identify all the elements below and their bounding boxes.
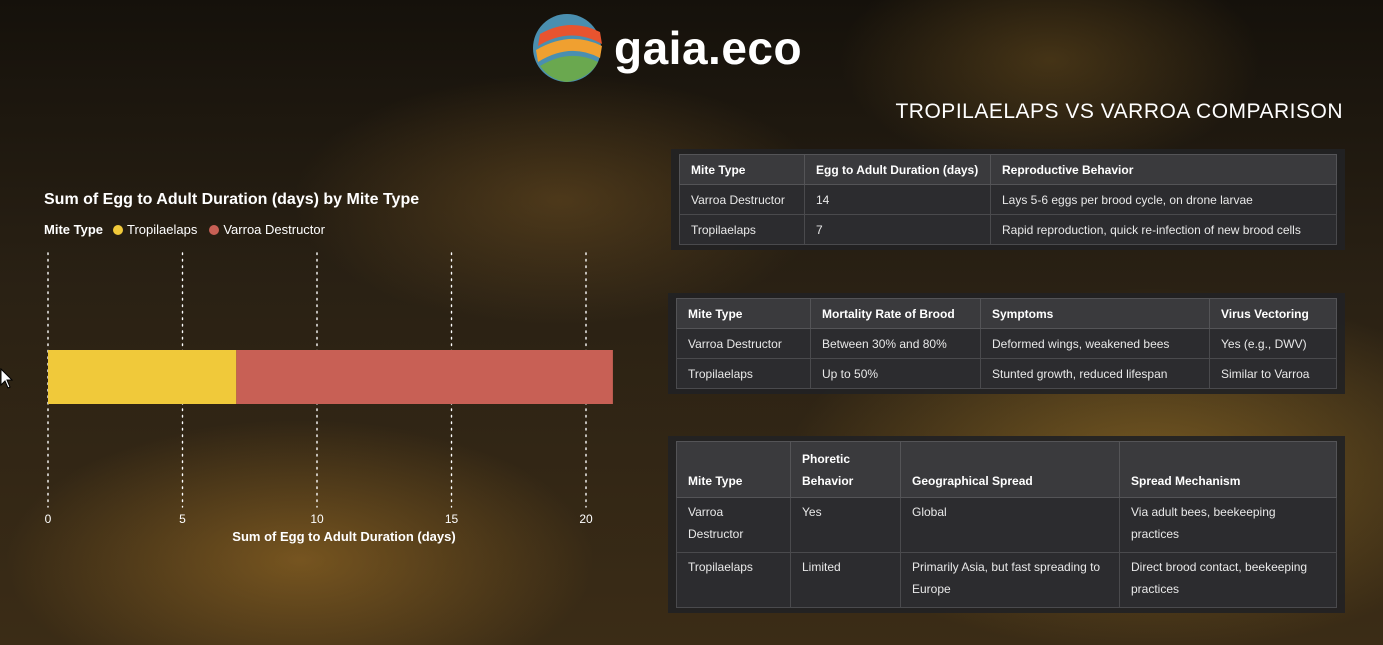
table-cell: Via adult bees, beekeeping practices — [1119, 497, 1337, 553]
brand-name: gaia.eco — [614, 22, 803, 74]
comparison-table-3-panel: Mite Type Phoretic Behavior Geographical… — [668, 436, 1345, 613]
table-cell: 7 — [804, 214, 991, 245]
table-cell: Rapid reproduction, quick re-infection o… — [990, 214, 1337, 245]
table-cell: Global — [900, 497, 1120, 553]
table-cell: Lays 5-6 eggs per brood cycle, on drone … — [990, 184, 1337, 215]
table-header: Mite Type — [676, 441, 791, 498]
table-row: Varroa Destructor 14 Lays 5-6 eggs per b… — [679, 184, 1337, 215]
legend-title: Mite Type — [44, 222, 103, 237]
table-header: Geographical Spread — [900, 441, 1120, 498]
chart-legend: Mite Type Tropilaelaps Varroa Destructor — [44, 222, 331, 237]
table-header: Mite Type — [679, 154, 805, 185]
table-header-row: Mite Type Egg to Adult Duration (days) R… — [679, 154, 1337, 185]
table-cell: Deformed wings, weakened bees — [980, 328, 1210, 359]
table-cell: Tropilaelaps — [676, 358, 811, 389]
table-cell: Up to 50% — [810, 358, 981, 389]
x-tick-label: 10 — [310, 512, 324, 526]
comparison-table-1: Mite Type Egg to Adult Duration (days) R… — [679, 154, 1337, 245]
mouse-cursor-icon — [0, 368, 14, 389]
table-header: Reproductive Behavior — [990, 154, 1337, 185]
table-cell: Between 30% and 80% — [810, 328, 981, 359]
table-cell: Varroa Destructor — [679, 184, 805, 215]
bar-chart: 0 5 10 15 20 Sum of Egg to Adult Duration (da… — [45, 252, 613, 544]
brand-logo: gaia.eco — [530, 12, 802, 84]
table-header: Virus Vectoring — [1209, 298, 1337, 329]
table-cell: Tropilaelaps — [676, 552, 791, 608]
table-header: Mite Type — [676, 298, 811, 329]
table-cell: Tropilaelaps — [679, 214, 805, 245]
table-row: Varroa Destructor Between 30% and 80% De… — [676, 328, 1337, 359]
x-tick-label: 20 — [579, 512, 593, 526]
table-header: Mortality Rate of Brood — [810, 298, 981, 329]
table-header: Phoretic Behavior — [790, 441, 901, 498]
legend-item-tropilaelaps[interactable]: Tropilaelaps — [113, 222, 197, 237]
table-cell: Limited — [790, 552, 901, 608]
chart-title: Sum of Egg to Adult Duration (days) by M… — [44, 191, 420, 208]
comparison-table-2: Mite Type Mortality Rate of Brood Sympto… — [676, 298, 1337, 389]
table-row: Tropilaelaps Up to 50% Stunted growth, r… — [676, 358, 1337, 389]
table-row: Tropilaelaps Limited Primarily Asia, but… — [676, 552, 1337, 608]
x-tick-label: 0 — [45, 512, 52, 526]
table-cell: Yes (e.g., DWV) — [1209, 328, 1337, 359]
table-row: Varroa Destructor Yes Global Via adult b… — [676, 497, 1337, 553]
x-tick-label: 5 — [179, 512, 186, 526]
comparison-table-3: Mite Type Phoretic Behavior Geographical… — [676, 441, 1337, 608]
x-tick-label: 15 — [445, 512, 459, 526]
table-header: Spread Mechanism — [1119, 441, 1337, 498]
comparison-table-1-panel: Mite Type Egg to Adult Duration (days) R… — [671, 149, 1345, 250]
table-cell: Varroa Destructor — [676, 328, 811, 359]
table-header-row: Mite Type Mortality Rate of Brood Sympto… — [676, 298, 1337, 329]
gaia-logo-icon — [533, 14, 602, 82]
table-cell: Similar to Varroa — [1209, 358, 1337, 389]
legend-item-varroa[interactable]: Varroa Destructor — [209, 222, 325, 237]
legend-swatch-tropilaelaps — [113, 224, 123, 235]
legend-swatch-varroa — [209, 224, 220, 235]
comparison-table-2-panel: Mite Type Mortality Rate of Brood Sympto… — [668, 293, 1345, 394]
table-cell: 14 — [804, 184, 991, 215]
table-header: Symptoms — [980, 298, 1210, 329]
table-cell: Varroa Destructor — [676, 497, 791, 553]
bar-segment-tropilaelaps[interactable] — [48, 350, 237, 404]
legend-label-varroa: Varroa Destructor — [223, 222, 325, 237]
x-axis-label: Sum of Egg to Adult Duration (days) — [232, 529, 455, 544]
table-cell: Direct brood contact, beekeeping practic… — [1119, 552, 1337, 608]
table-header: Egg to Adult Duration (days) — [804, 154, 991, 185]
table-cell: Primarily Asia, but fast spreading to Eu… — [900, 552, 1120, 608]
table-cell: Yes — [790, 497, 901, 553]
table-header-row: Mite Type Phoretic Behavior Geographical… — [676, 441, 1337, 498]
bar-segment-varroa[interactable] — [236, 350, 613, 404]
table-row: Tropilaelaps 7 Rapid reproduction, quick… — [679, 214, 1337, 245]
legend-label-tropilaelaps: Tropilaelaps — [127, 222, 198, 237]
table-cell: Stunted growth, reduced lifespan — [980, 358, 1210, 389]
page-title: TROPILAELAPS VS VARROA COMPARISON — [895, 100, 1343, 123]
